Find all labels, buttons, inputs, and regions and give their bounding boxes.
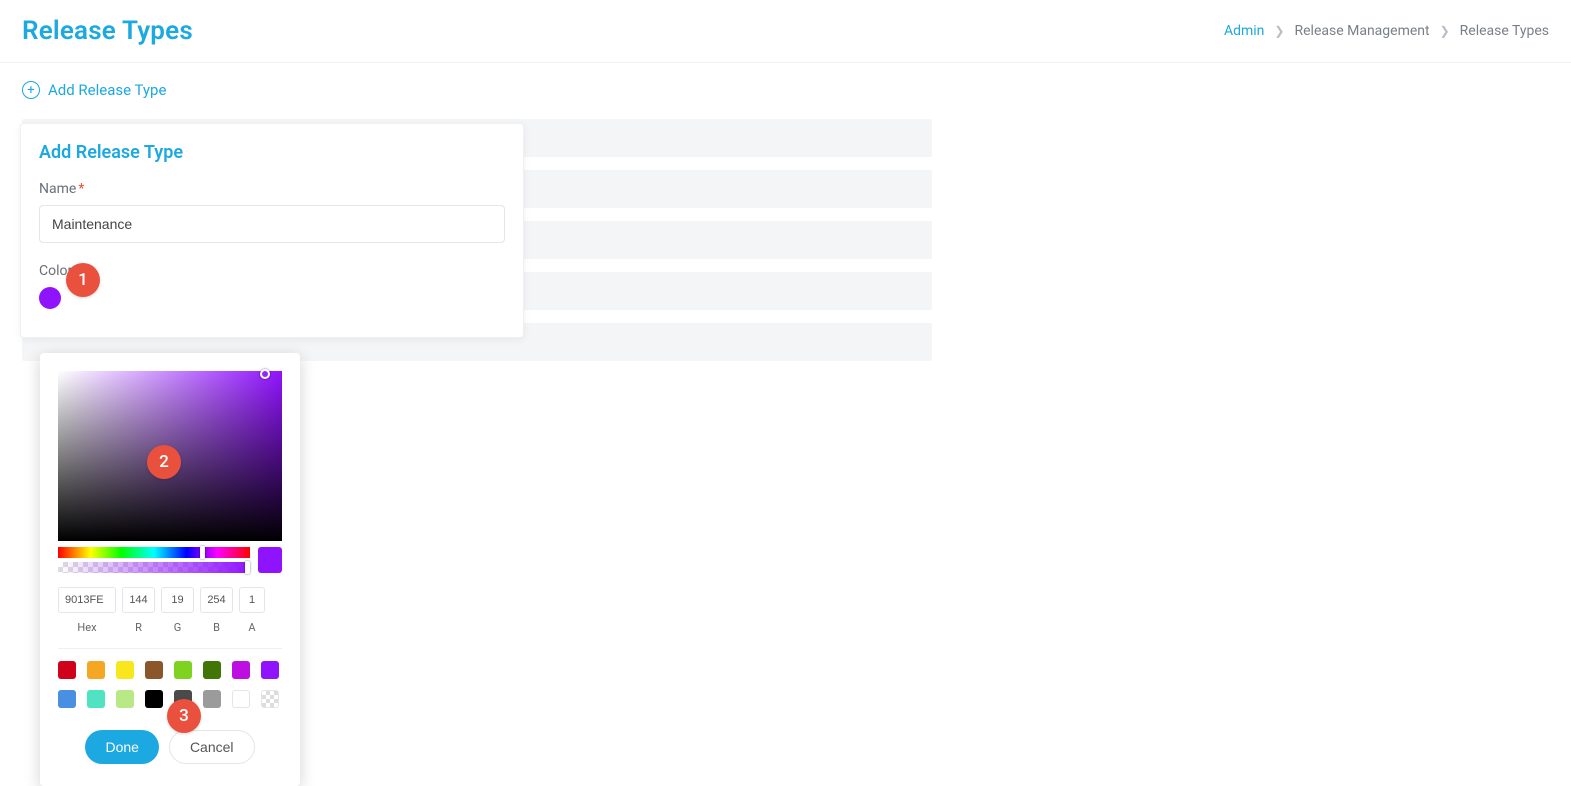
add-release-type-button[interactable]: + Add Release Type: [22, 81, 166, 99]
swatch[interactable]: [87, 661, 105, 679]
swatch[interactable]: [145, 661, 163, 679]
alpha-thumb: [245, 561, 250, 574]
chevron-right-icon: ❯: [1274, 24, 1284, 38]
plus-circle-icon: +: [22, 81, 40, 99]
breadcrumb-admin[interactable]: Admin: [1224, 23, 1264, 39]
r-input[interactable]: [122, 587, 155, 613]
color-label: Color: [39, 263, 505, 279]
g-label: G: [174, 621, 182, 634]
swatch-transparent[interactable]: [261, 690, 279, 708]
g-input[interactable]: [161, 587, 194, 613]
swatch[interactable]: [232, 661, 250, 679]
breadcrumb-release-management[interactable]: Release Management: [1294, 23, 1429, 39]
preset-swatches: [40, 649, 300, 712]
required-indicator: *: [78, 181, 84, 197]
swatch[interactable]: [145, 690, 163, 708]
page-title: Release Types: [22, 16, 193, 46]
form-title: Add Release Type: [39, 142, 505, 163]
swatch[interactable]: [116, 690, 134, 708]
swatch[interactable]: [58, 690, 76, 708]
swatch[interactable]: [261, 661, 279, 679]
alpha-slider[interactable]: [58, 562, 250, 573]
step-annotation-2: 2: [147, 445, 181, 479]
breadcrumb-release-types: Release Types: [1460, 23, 1549, 39]
swatch[interactable]: [232, 690, 250, 708]
color-swatch[interactable]: [39, 287, 61, 309]
cancel-button[interactable]: Cancel: [169, 730, 255, 764]
add-release-type-form: Add Release Type Name* Color: [20, 123, 524, 338]
sv-cursor: [260, 369, 270, 379]
hue-thumb: [200, 546, 205, 559]
hue-slider[interactable]: [58, 547, 250, 558]
swatch[interactable]: [174, 661, 192, 679]
swatch[interactable]: [203, 690, 221, 708]
a-label: A: [248, 621, 255, 634]
swatch[interactable]: [203, 661, 221, 679]
hex-label: Hex: [77, 621, 96, 634]
add-release-type-label: Add Release Type: [48, 81, 166, 99]
name-label: Name*: [39, 181, 505, 197]
page-header: Release Types Admin ❯ Release Management…: [0, 0, 1571, 63]
b-label: B: [213, 621, 220, 634]
color-preview: [258, 547, 282, 573]
chevron-right-icon: ❯: [1440, 24, 1450, 38]
hex-input[interactable]: [58, 587, 116, 613]
swatch[interactable]: [116, 661, 134, 679]
content-area: + Add Release Type Add Release Type Name…: [0, 63, 1571, 392]
step-annotation-1: 1: [66, 263, 100, 297]
r-label: R: [135, 621, 142, 634]
breadcrumb: Admin ❯ Release Management ❯ Release Typ…: [1224, 23, 1549, 39]
swatch[interactable]: [87, 690, 105, 708]
a-input[interactable]: [239, 587, 265, 613]
done-button[interactable]: Done: [85, 730, 158, 764]
step-annotation-3: 3: [167, 699, 201, 733]
b-input[interactable]: [200, 587, 233, 613]
name-input[interactable]: [39, 205, 505, 243]
swatch[interactable]: [58, 661, 76, 679]
